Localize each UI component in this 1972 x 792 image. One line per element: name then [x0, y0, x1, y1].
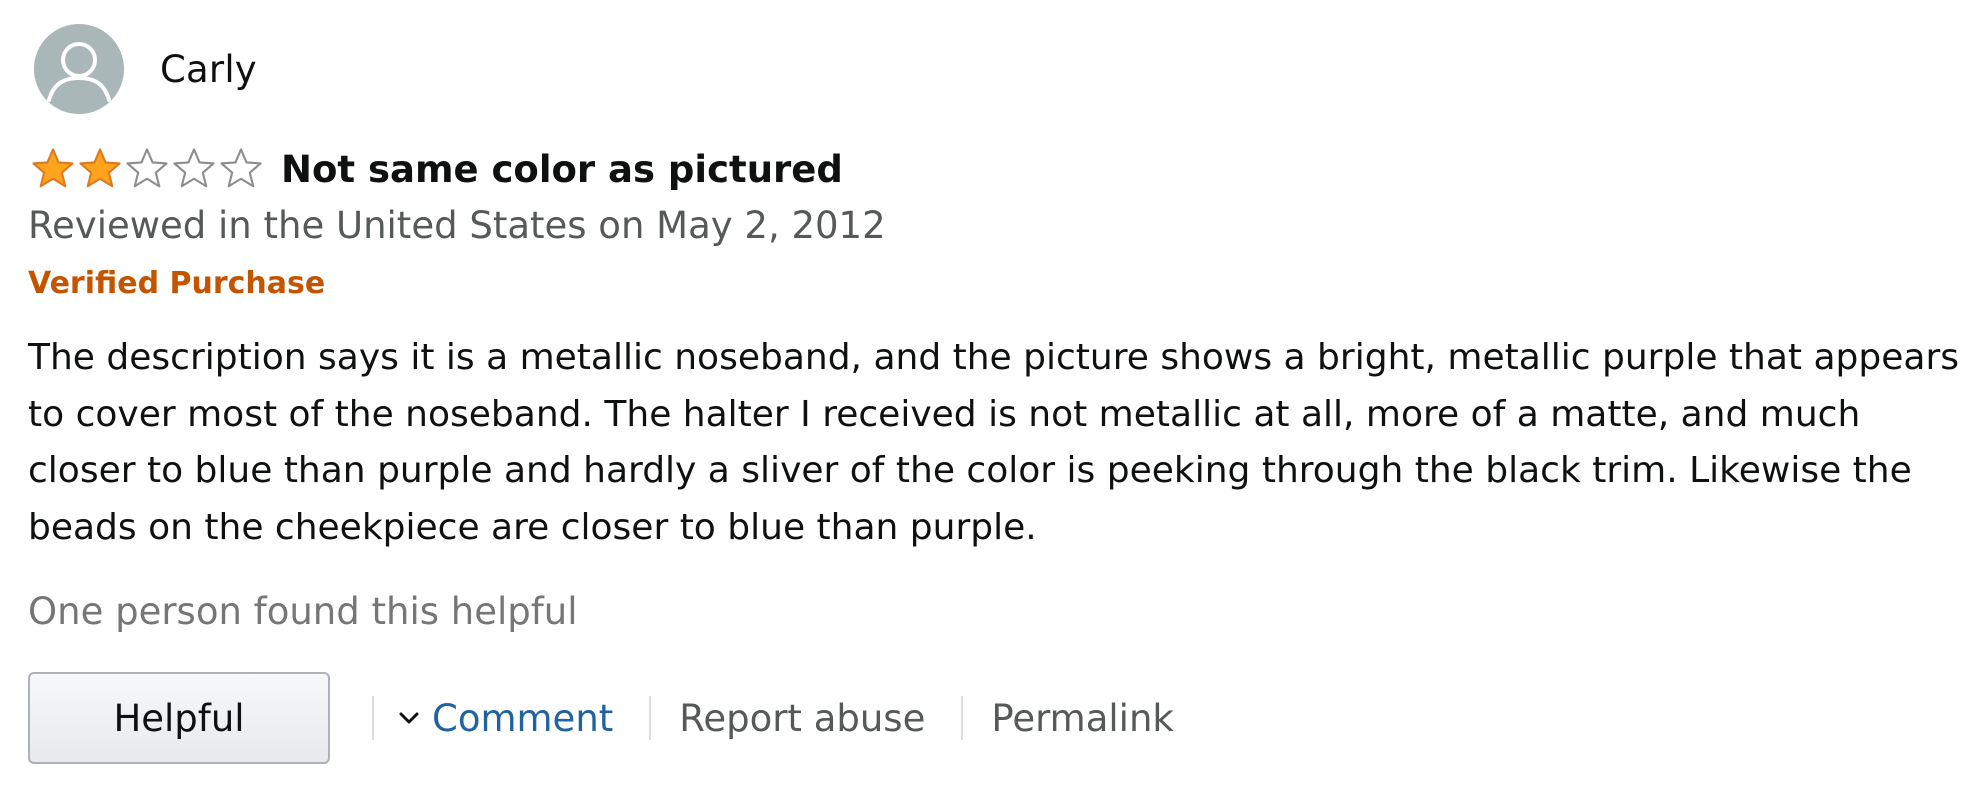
reviewer-profile[interactable]: Carly: [34, 24, 257, 114]
star-rating[interactable]: [30, 146, 265, 192]
star-empty-icon: [220, 148, 262, 188]
review-title[interactable]: Not same color as pictured: [281, 148, 843, 191]
helpful-count: One person found this helpful: [28, 590, 578, 633]
customer-review: Carly Not same color as pictured Reviewe…: [0, 0, 1972, 792]
default-user-avatar-icon[interactable]: [34, 24, 124, 114]
star-empty-icon: [126, 148, 168, 188]
helpful-button[interactable]: Helpful: [28, 672, 330, 764]
star-empty-icon: [173, 148, 215, 188]
review-actions: Helpful Comment Report abuse Permalink: [28, 672, 1210, 764]
report-abuse-link[interactable]: Report abuse: [651, 697, 961, 740]
chevron-down-icon: [399, 712, 419, 724]
avatar-silhouette-icon: [34, 24, 124, 114]
star-filled-icon: [32, 148, 74, 188]
comment-label: Comment: [432, 696, 614, 740]
permalink-link[interactable]: Permalink: [963, 697, 1209, 740]
review-date: Reviewed in the United States on May 2, …: [28, 204, 886, 247]
comment-link[interactable]: Comment: [374, 697, 649, 740]
star-filled-icon: [79, 148, 121, 188]
reviewer-name[interactable]: Carly: [160, 48, 257, 91]
rating-row: Not same color as pictured: [30, 146, 843, 192]
review-body: The description says it is a metallic no…: [28, 337, 1960, 548]
verified-purchase-badge: Verified Purchase: [28, 266, 326, 301]
